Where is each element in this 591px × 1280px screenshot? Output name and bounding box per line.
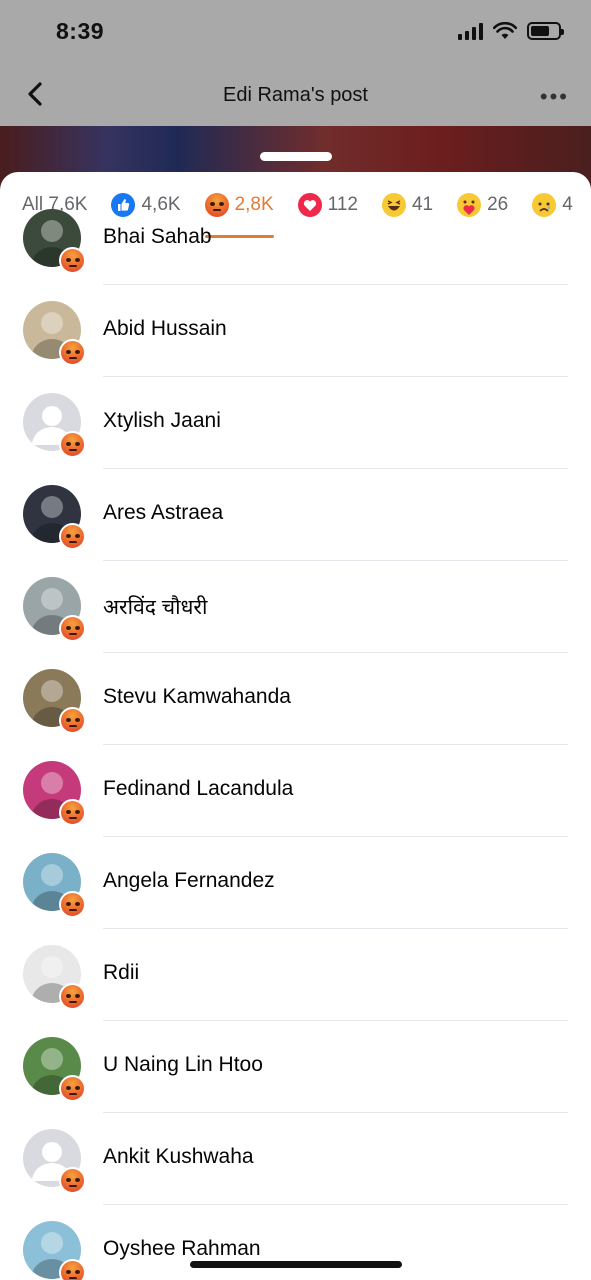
list-item[interactable]: Stevu Kamwahanda	[0, 652, 591, 744]
row-divider	[103, 928, 568, 929]
angry-reaction-badge-icon	[59, 247, 86, 274]
angry-reaction-badge-icon	[59, 615, 86, 642]
person-name: Rdii	[103, 961, 140, 984]
person-name: Ankit Kushwaha	[103, 1145, 254, 1168]
angry-reaction-badge-icon	[59, 523, 86, 550]
row-divider	[103, 1020, 568, 1021]
row-divider	[103, 284, 568, 285]
status-time: 8:39	[56, 18, 105, 44]
battery-icon	[527, 22, 564, 40]
person-name: Oyshee Rahman	[103, 1237, 261, 1260]
list-item[interactable]: Rdii	[0, 928, 591, 1020]
person-name: अरविंद चौधरी	[103, 596, 208, 619]
row-divider	[103, 744, 568, 745]
row-divider	[103, 560, 568, 561]
angry-reaction-badge-icon	[59, 799, 86, 826]
list-item[interactable]: Oyshee Rahman	[0, 1204, 591, 1280]
more-options-icon[interactable]: •••	[540, 84, 569, 110]
angry-reaction-badge-icon	[59, 1075, 86, 1102]
home-indicator	[190, 1261, 402, 1268]
angry-reaction-badge-icon	[59, 431, 86, 458]
row-divider	[103, 1112, 568, 1113]
person-name: Fedinand Lacandula	[103, 777, 294, 800]
list-item[interactable]: अरविंद चौधरी	[0, 560, 591, 652]
list-item[interactable]: Ankit Kushwaha	[0, 1112, 591, 1204]
row-divider	[103, 468, 568, 469]
angry-reaction-badge-icon	[59, 983, 86, 1010]
angry-reaction-badge-icon	[59, 891, 86, 918]
person-name: Ares Astraea	[103, 501, 224, 524]
person-name: Bhai Sahab	[103, 225, 212, 248]
list-item[interactable]: Ares Astraea	[0, 468, 591, 560]
row-divider	[103, 652, 568, 653]
angry-reaction-badge-icon	[59, 1259, 86, 1280]
list-item[interactable]: U Naing Lin Htoo	[0, 1020, 591, 1112]
row-divider	[103, 836, 568, 837]
list-item[interactable]: Abid Hussain	[0, 284, 591, 376]
person-name: Abid Hussain	[103, 317, 227, 340]
nav-bar: Edi Rama's post •••	[0, 62, 591, 126]
angry-reaction-badge-icon	[59, 339, 86, 366]
person-name: U Naing Lin Htoo	[103, 1053, 263, 1076]
row-divider	[103, 1204, 568, 1205]
page-title: Edi Rama's post	[223, 84, 368, 106]
person-name: Stevu Kamwahanda	[103, 685, 291, 708]
list-item[interactable]: Angela Fernandez	[0, 836, 591, 928]
wifi-icon	[493, 22, 517, 39]
list-item[interactable]: Fedinand Lacandula	[0, 744, 591, 836]
row-divider	[103, 376, 568, 377]
cellular-signal-icon	[458, 22, 483, 40]
angry-reaction-badge-icon	[59, 707, 86, 734]
reactions-sheet: All 7,6K 4,6K 2,8K 112 41 26 4 Bhai Saha…	[0, 172, 591, 1280]
list-item[interactable]: Bhai Sahab	[0, 192, 591, 284]
person-name: Xtylish Jaani	[103, 409, 221, 432]
angry-reaction-badge-icon	[59, 1167, 86, 1194]
sheet-grabber-handle[interactable]	[260, 152, 332, 161]
person-name: Angela Fernandez	[103, 869, 275, 892]
list-item[interactable]: Xtylish Jaani	[0, 376, 591, 468]
status-bar: 8:39	[0, 0, 591, 62]
